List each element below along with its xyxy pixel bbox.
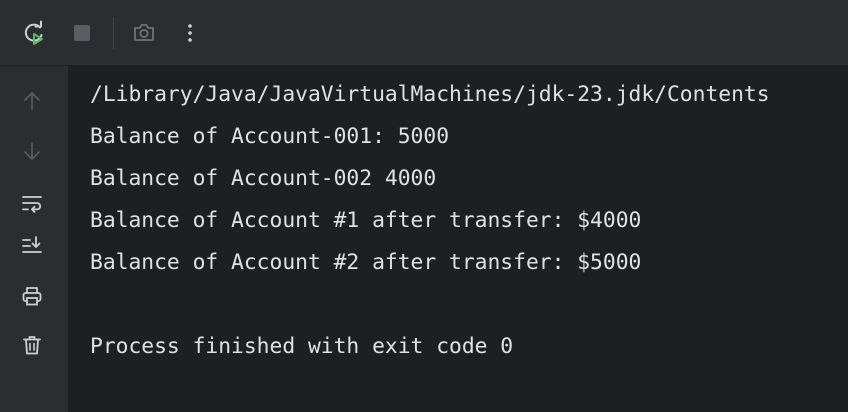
trash-icon: [21, 334, 43, 356]
rerun-button[interactable]: [20, 19, 48, 47]
screenshot-button[interactable]: [130, 19, 158, 47]
scroll-up-button[interactable]: [17, 86, 47, 116]
console-side-toolbar: [0, 66, 68, 412]
scroll-down-button[interactable]: [17, 136, 47, 166]
run-console-window: /Library/Java/JavaVirtualMachines/jdk-23…: [0, 0, 848, 412]
stop-icon: [71, 22, 93, 44]
soft-wrap-button[interactable]: [17, 189, 47, 219]
printer-icon: [21, 285, 43, 307]
toolbar-separator: [113, 17, 114, 49]
console-line: Balance of Account-001: 5000: [90, 124, 450, 149]
console-output[interactable]: /Library/Java/JavaVirtualMachines/jdk-23…: [68, 66, 848, 412]
stop-button[interactable]: [68, 19, 96, 47]
scroll-to-end-icon: [21, 235, 43, 257]
run-toolbar: [0, 0, 848, 66]
arrow-up-icon: [22, 90, 42, 112]
console-line: Balance of Account #2 after transfer: $5…: [90, 250, 642, 275]
console-line-command: /Library/Java/JavaVirtualMachines/jdk-23…: [90, 82, 770, 107]
console-line-exit-status: Process finished with exit code 0: [90, 334, 514, 359]
soft-wrap-icon: [21, 193, 43, 215]
console-line: Balance of Account #1 after transfer: $4…: [90, 208, 642, 233]
scroll-to-end-button[interactable]: [17, 231, 47, 261]
print-button[interactable]: [17, 281, 47, 311]
camera-icon: [131, 20, 157, 46]
console-line: Balance of Account-002 4000: [90, 166, 437, 191]
kebab-menu-icon: [180, 20, 200, 46]
more-options-button[interactable]: [176, 19, 204, 47]
arrow-down-icon: [22, 140, 42, 162]
rerun-icon: [21, 20, 47, 46]
clear-all-button[interactable]: [17, 330, 47, 360]
